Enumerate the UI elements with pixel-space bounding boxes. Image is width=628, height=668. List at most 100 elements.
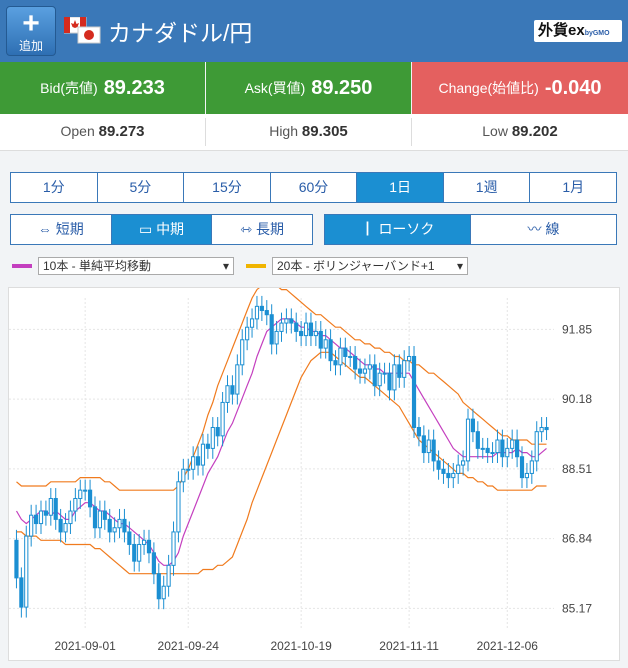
y-tick-label: 86.84 — [562, 532, 592, 546]
candle-body — [333, 360, 338, 366]
candle-body — [156, 573, 161, 600]
ma-select[interactable]: 10本 - 単純平均移動 ▾ — [38, 257, 234, 275]
candle-body — [137, 543, 142, 562]
mid-term-label: 中期 — [156, 221, 185, 237]
tab-1min[interactable]: 1分 — [11, 173, 98, 202]
candle-body — [456, 464, 461, 474]
line-label: 線 — [545, 221, 560, 237]
low-value: 89.202 — [511, 123, 558, 140]
candle-body — [225, 385, 230, 403]
tab-line[interactable]: 〰 線 — [471, 215, 616, 244]
tab-1week[interactable]: 1週 — [444, 173, 531, 202]
ask-value: 89.250 — [311, 76, 373, 99]
tab-candlestick[interactable]: ┃ ローソク — [325, 215, 471, 244]
candle-body — [29, 514, 34, 537]
candle-body — [63, 523, 68, 533]
candle-body — [510, 439, 515, 449]
candlestick-label: ローソク — [378, 221, 435, 237]
candle-body — [264, 310, 269, 316]
candle-body — [431, 439, 436, 462]
candle-body — [308, 322, 314, 337]
candlestick-chart[interactable]: 91.85 90.18 88.51 86.84 85.17 2021-09-01 2021-… — [9, 280, 619, 660]
candle-body — [107, 518, 112, 533]
tab-60min[interactable]: 60分 — [271, 173, 358, 202]
chevron-down-icon: ▾ — [456, 259, 463, 273]
candle-body — [294, 322, 299, 332]
tab-mid-term[interactable]: ▭ 中期 — [111, 215, 213, 244]
open-value: 89.273 — [98, 123, 145, 140]
candle-body — [279, 322, 284, 332]
open-label: Open — [60, 123, 95, 139]
tab-5min[interactable]: 5分 — [98, 173, 185, 202]
tab-short-term[interactable]: ⇔ 短期 — [11, 215, 112, 244]
candle-body — [19, 577, 24, 608]
change-label: Change(始値比) — [438, 80, 539, 96]
currency-pair-title: カナダドル/円 — [108, 20, 253, 46]
add-button-label: 追加 — [18, 39, 43, 53]
tab-long-term[interactable]: ⇿ 長期 — [212, 215, 312, 244]
candle-body — [289, 318, 294, 324]
candle-body — [127, 531, 132, 545]
change-quote: Change(始値比) -0.040 — [412, 62, 628, 114]
candle-body — [387, 372, 392, 391]
bb-select-value: 20本 - ボリンジャーバンド+1 — [277, 259, 435, 273]
candle-body — [451, 472, 456, 479]
mid-term-icon: ▭ — [138, 221, 153, 237]
short-term-icon: ⇔ — [37, 221, 52, 237]
logo-text: 外貨ex — [538, 22, 585, 39]
tab-1day[interactable]: 1日 — [357, 173, 444, 202]
candle-body — [411, 355, 417, 428]
candle-body — [215, 426, 220, 437]
bid-quote[interactable]: Bid(売値) 89.233 — [0, 62, 205, 114]
candle-body — [181, 468, 186, 483]
candle-body — [68, 510, 73, 525]
candle-body — [436, 460, 441, 470]
add-button[interactable]: + 追加 — [6, 6, 56, 56]
candle-body — [171, 531, 176, 566]
x-tick-label: 2021-09-24 — [158, 639, 220, 653]
candle-body — [48, 498, 53, 516]
tab-1month[interactable]: 1月 — [530, 173, 616, 202]
open-stat: Open 89.273 — [0, 114, 205, 150]
candle-body — [235, 364, 240, 395]
ma-indicator: 10本 - 単純平均移動 ▾ — [12, 256, 234, 276]
candle-body — [421, 435, 426, 454]
x-tick-label: 2021-11-11 — [379, 639, 439, 653]
candle-body — [230, 385, 235, 395]
candle-body — [14, 539, 19, 579]
candle-body — [397, 364, 402, 378]
candlestick-icon: ┃ — [360, 221, 375, 237]
candle-body — [495, 439, 500, 454]
bb-lower-line — [16, 351, 547, 575]
candle-body — [480, 447, 485, 450]
bb-select[interactable]: 20本 - ボリンジャーバンド+1 ▾ — [272, 257, 468, 275]
tab-15min[interactable]: 15分 — [184, 173, 271, 202]
candle-body — [151, 552, 156, 575]
candle-body — [161, 585, 166, 600]
ask-quote[interactable]: Ask(買値) 89.250 — [206, 62, 411, 114]
line-chart-icon: 〰 — [527, 221, 542, 237]
candle-body — [200, 443, 206, 466]
price-chart[interactable]: 91.85 90.18 88.51 86.84 85.17 2021-09-01 2021-… — [8, 280, 620, 661]
candle-body — [33, 514, 39, 525]
plus-icon: + — [22, 7, 40, 40]
candle-body — [465, 418, 471, 462]
high-stat: High 89.305 — [206, 114, 411, 150]
candle-body — [372, 364, 377, 387]
y-tick-label: 91.85 — [562, 322, 592, 336]
chart-type-tabs: ┃ ローソク 〰 線 — [324, 214, 617, 245]
candle-body — [166, 564, 171, 587]
candle-body — [461, 460, 466, 466]
bb-indicator: 20本 - ボリンジャーバンド+1 ▾ — [246, 256, 468, 276]
candle-body — [505, 447, 510, 458]
candle-body — [357, 368, 363, 374]
candle-body — [353, 355, 358, 370]
candle-body — [73, 498, 78, 512]
logo-subtext: byGMO — [584, 30, 610, 37]
candle-body — [323, 339, 328, 349]
candle-body — [176, 481, 181, 533]
long-term-icon: ⇿ — [240, 221, 253, 237]
ma-swatch — [12, 264, 32, 268]
x-tick-label: 2021-12-06 — [477, 639, 539, 653]
short-term-label: 短期 — [55, 221, 84, 237]
